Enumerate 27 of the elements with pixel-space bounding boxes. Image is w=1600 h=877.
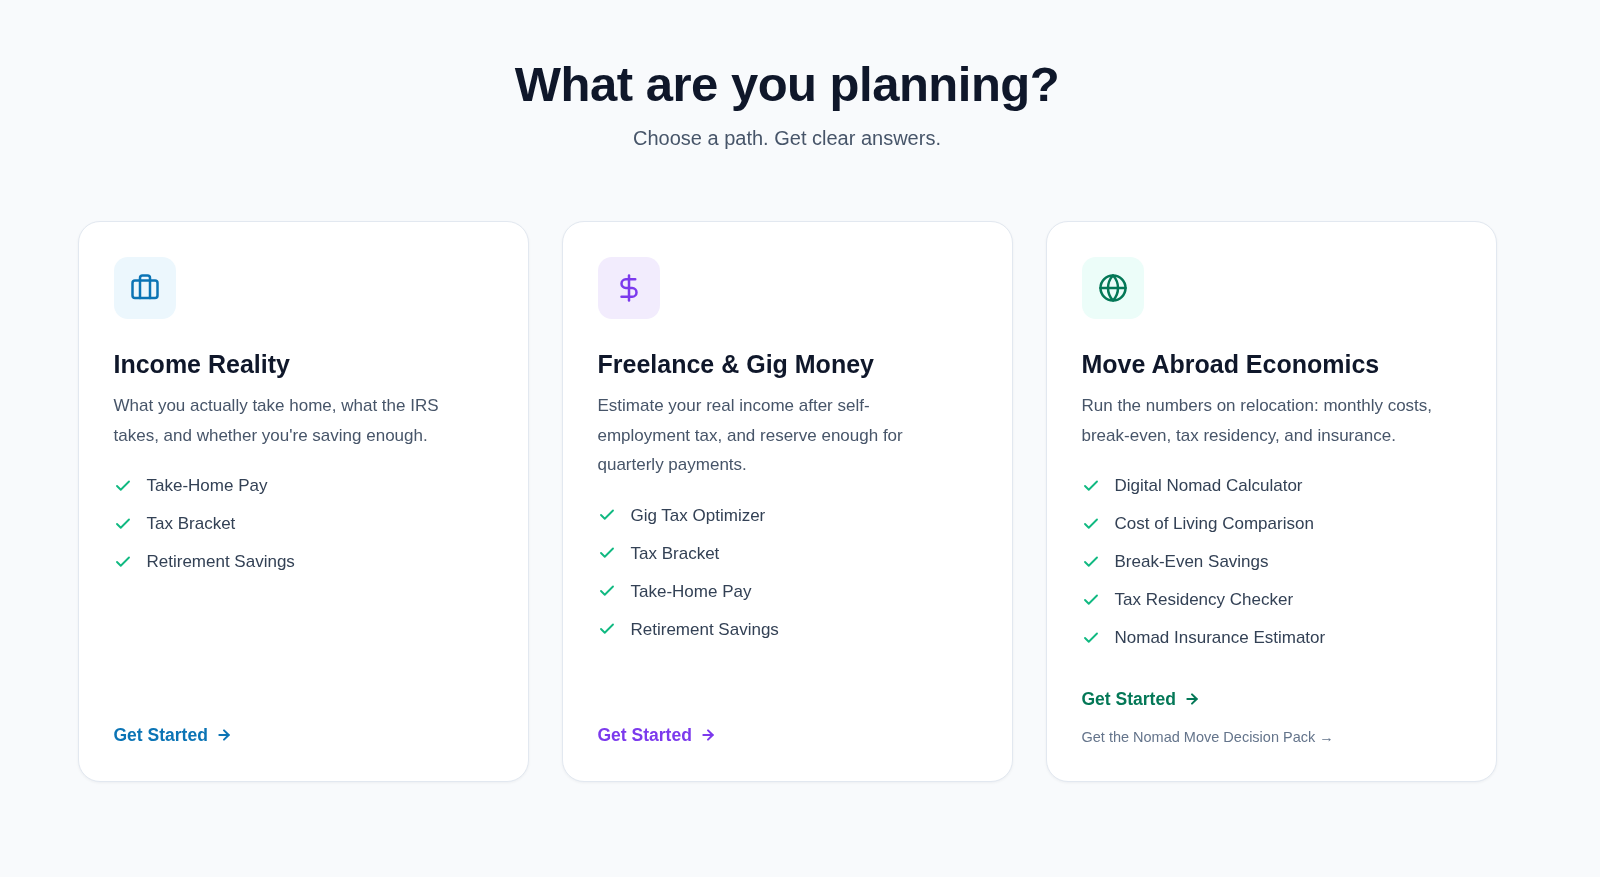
get-started-link[interactable]: Get Started bbox=[597, 723, 716, 747]
feature-label: Digital Nomad Calculator bbox=[1114, 475, 1303, 497]
feature-label: Nomad Insurance Estimator bbox=[1114, 627, 1326, 649]
card-description: Estimate your real income after self-employment tax, and reserve enough for quarterly payments. bbox=[597, 395, 904, 476]
feature-label: Take-Home Pay bbox=[630, 580, 752, 603]
feature-label: Gig Tax Optimizer bbox=[630, 504, 766, 527]
card-title: Move Abroad Economics bbox=[1081, 349, 1381, 380]
feature-label: Cost of Living Comparison bbox=[1114, 513, 1314, 535]
card-description: What you actually take home, what the IRS takes, and whether you're saving enough. bbox=[113, 395, 440, 447]
feature-label: Take-Home Pay bbox=[146, 475, 268, 497]
feature-label: Retirement Savings bbox=[630, 618, 779, 641]
feature-label: Tax Bracket bbox=[146, 513, 236, 535]
get-started-link[interactable]: Get Started bbox=[113, 723, 232, 747]
page-title: What are you planning? bbox=[514, 56, 1060, 113]
decision-pack-link[interactable]: Get the Nomad Move Decision Pack → bbox=[1081, 727, 1334, 747]
get-started-link[interactable]: Get Started bbox=[1081, 687, 1200, 711]
card-title: Income Reality bbox=[113, 349, 291, 380]
feature-label: Retirement Savings bbox=[146, 551, 295, 573]
feature-label: Break-Even Savings bbox=[1114, 551, 1269, 573]
page-subtitle: Choose a path. Get clear answers. bbox=[633, 126, 941, 151]
feature-label: Tax Bracket bbox=[630, 542, 720, 565]
dollar-sign-icon bbox=[597, 257, 660, 319]
globe-icon bbox=[1081, 257, 1144, 319]
briefcase-icon bbox=[113, 257, 176, 319]
feature-label: Tax Residency Checker bbox=[1114, 589, 1294, 611]
card-description: Run the numbers on relocation: monthly costs, break-even, tax residency, and insurance. bbox=[1081, 395, 1434, 447]
card-title: Freelance & Gig Money bbox=[597, 349, 875, 380]
